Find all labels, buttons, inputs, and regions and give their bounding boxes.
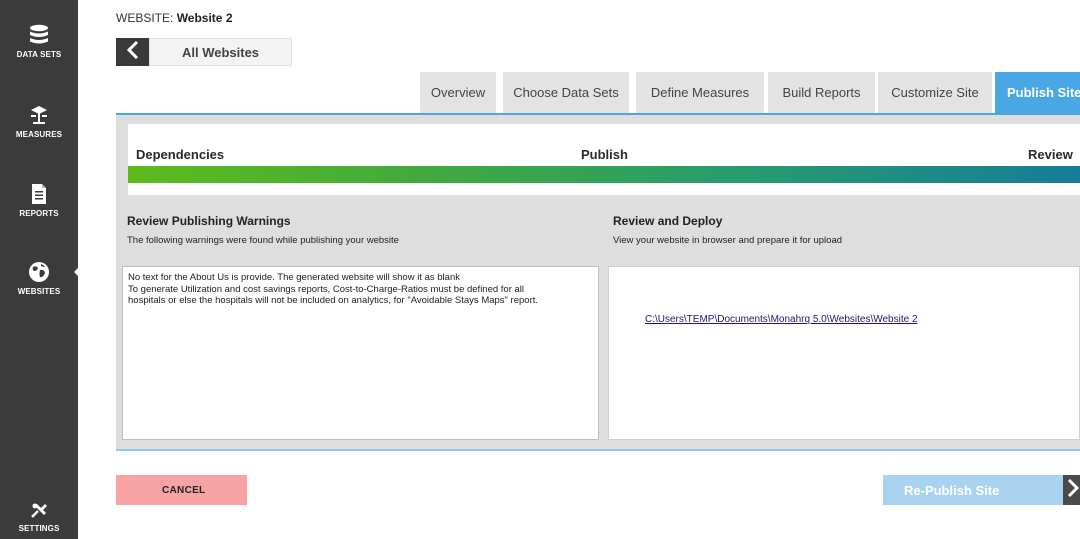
all-websites-button[interactable]: All Websites	[149, 38, 292, 66]
warnings-subtitle: The following warnings were found while …	[127, 235, 399, 246]
chevron-left-icon	[126, 40, 140, 64]
sidebar-item-label: MEASURES	[15, 130, 63, 139]
back-button[interactable]	[116, 38, 149, 66]
warning-line: hospitals or else the hospitals will not…	[128, 295, 539, 306]
republish-arrow-button[interactable]	[1063, 475, 1080, 505]
settings-icon	[0, 500, 78, 520]
deploy-subtitle: View your website in browser and prepare…	[613, 235, 843, 246]
website-label: WEBSITE:	[116, 11, 174, 25]
document-icon	[0, 183, 78, 205]
sidebar-item-reports[interactable]: REPORTS	[0, 183, 78, 218]
measures-icon	[0, 104, 78, 126]
sidebar-item-label: DATA SETS	[16, 50, 62, 59]
cancel-button[interactable]: CANCEL	[116, 475, 247, 505]
tab-define-measures[interactable]: Define Measures	[636, 72, 764, 113]
app-window: DATA SETS MEASURES REPORTS WEBSITES SETT…	[0, 0, 1080, 539]
tab-build-reports[interactable]: Build Reports	[768, 72, 875, 113]
sidebar: DATA SETS MEASURES REPORTS WEBSITES SETT…	[0, 0, 83, 539]
tab-overview[interactable]: Overview	[420, 72, 496, 113]
page-title: WEBSITE: Website 2	[116, 11, 233, 25]
sidebar-item-label: WEBSITES	[17, 287, 61, 296]
republish-site-button[interactable]: Re-Publish Site	[883, 475, 1063, 505]
sidebar-item-data-sets[interactable]: DATA SETS	[0, 24, 78, 59]
chevron-right-icon	[1067, 478, 1080, 502]
step-dependencies: Dependencies	[136, 147, 225, 162]
deploy-box: C:\Users\TEMP\Documents\Monahrq 5.0\Webs…	[608, 266, 1080, 440]
back-navigation: All Websites	[116, 38, 292, 66]
warning-line: No text for the About Us is provide. The…	[128, 272, 460, 283]
warnings-list[interactable]: No text for the About Us is provide. The…	[122, 266, 599, 440]
tab-choose-data-sets[interactable]: Choose Data Sets	[503, 72, 629, 113]
step-publish: Publish	[581, 147, 628, 162]
progress-steps: Dependencies Publish Review	[128, 124, 1080, 195]
tab-publish-site[interactable]: Publish Site	[995, 72, 1080, 113]
website-path-link[interactable]: C:\Users\TEMP\Documents\Monahrq 5.0\Webs…	[645, 314, 918, 325]
website-name: Website 2	[176, 11, 233, 25]
database-icon	[0, 24, 78, 46]
progress-bar	[128, 166, 1080, 183]
deploy-title: Review and Deploy	[613, 214, 723, 228]
tab-customize-site[interactable]: Customize Site	[878, 72, 992, 113]
sidebar-item-measures[interactable]: MEASURES	[0, 104, 78, 139]
publish-panel: Dependencies Publish Review Review Publi…	[116, 113, 1080, 451]
sidebar-item-settings[interactable]: SETTINGS	[0, 500, 78, 533]
warnings-title: Review Publishing Warnings	[127, 214, 291, 228]
globe-icon	[0, 261, 78, 283]
sidebar-item-websites[interactable]: WEBSITES	[0, 261, 78, 296]
step-review: Review	[1028, 147, 1073, 162]
active-indicator	[74, 263, 83, 281]
warning-line: To generate Utilization and cost savings…	[128, 283, 525, 295]
sidebar-item-label: SETTINGS	[18, 524, 60, 533]
sidebar-item-label: REPORTS	[19, 209, 59, 218]
